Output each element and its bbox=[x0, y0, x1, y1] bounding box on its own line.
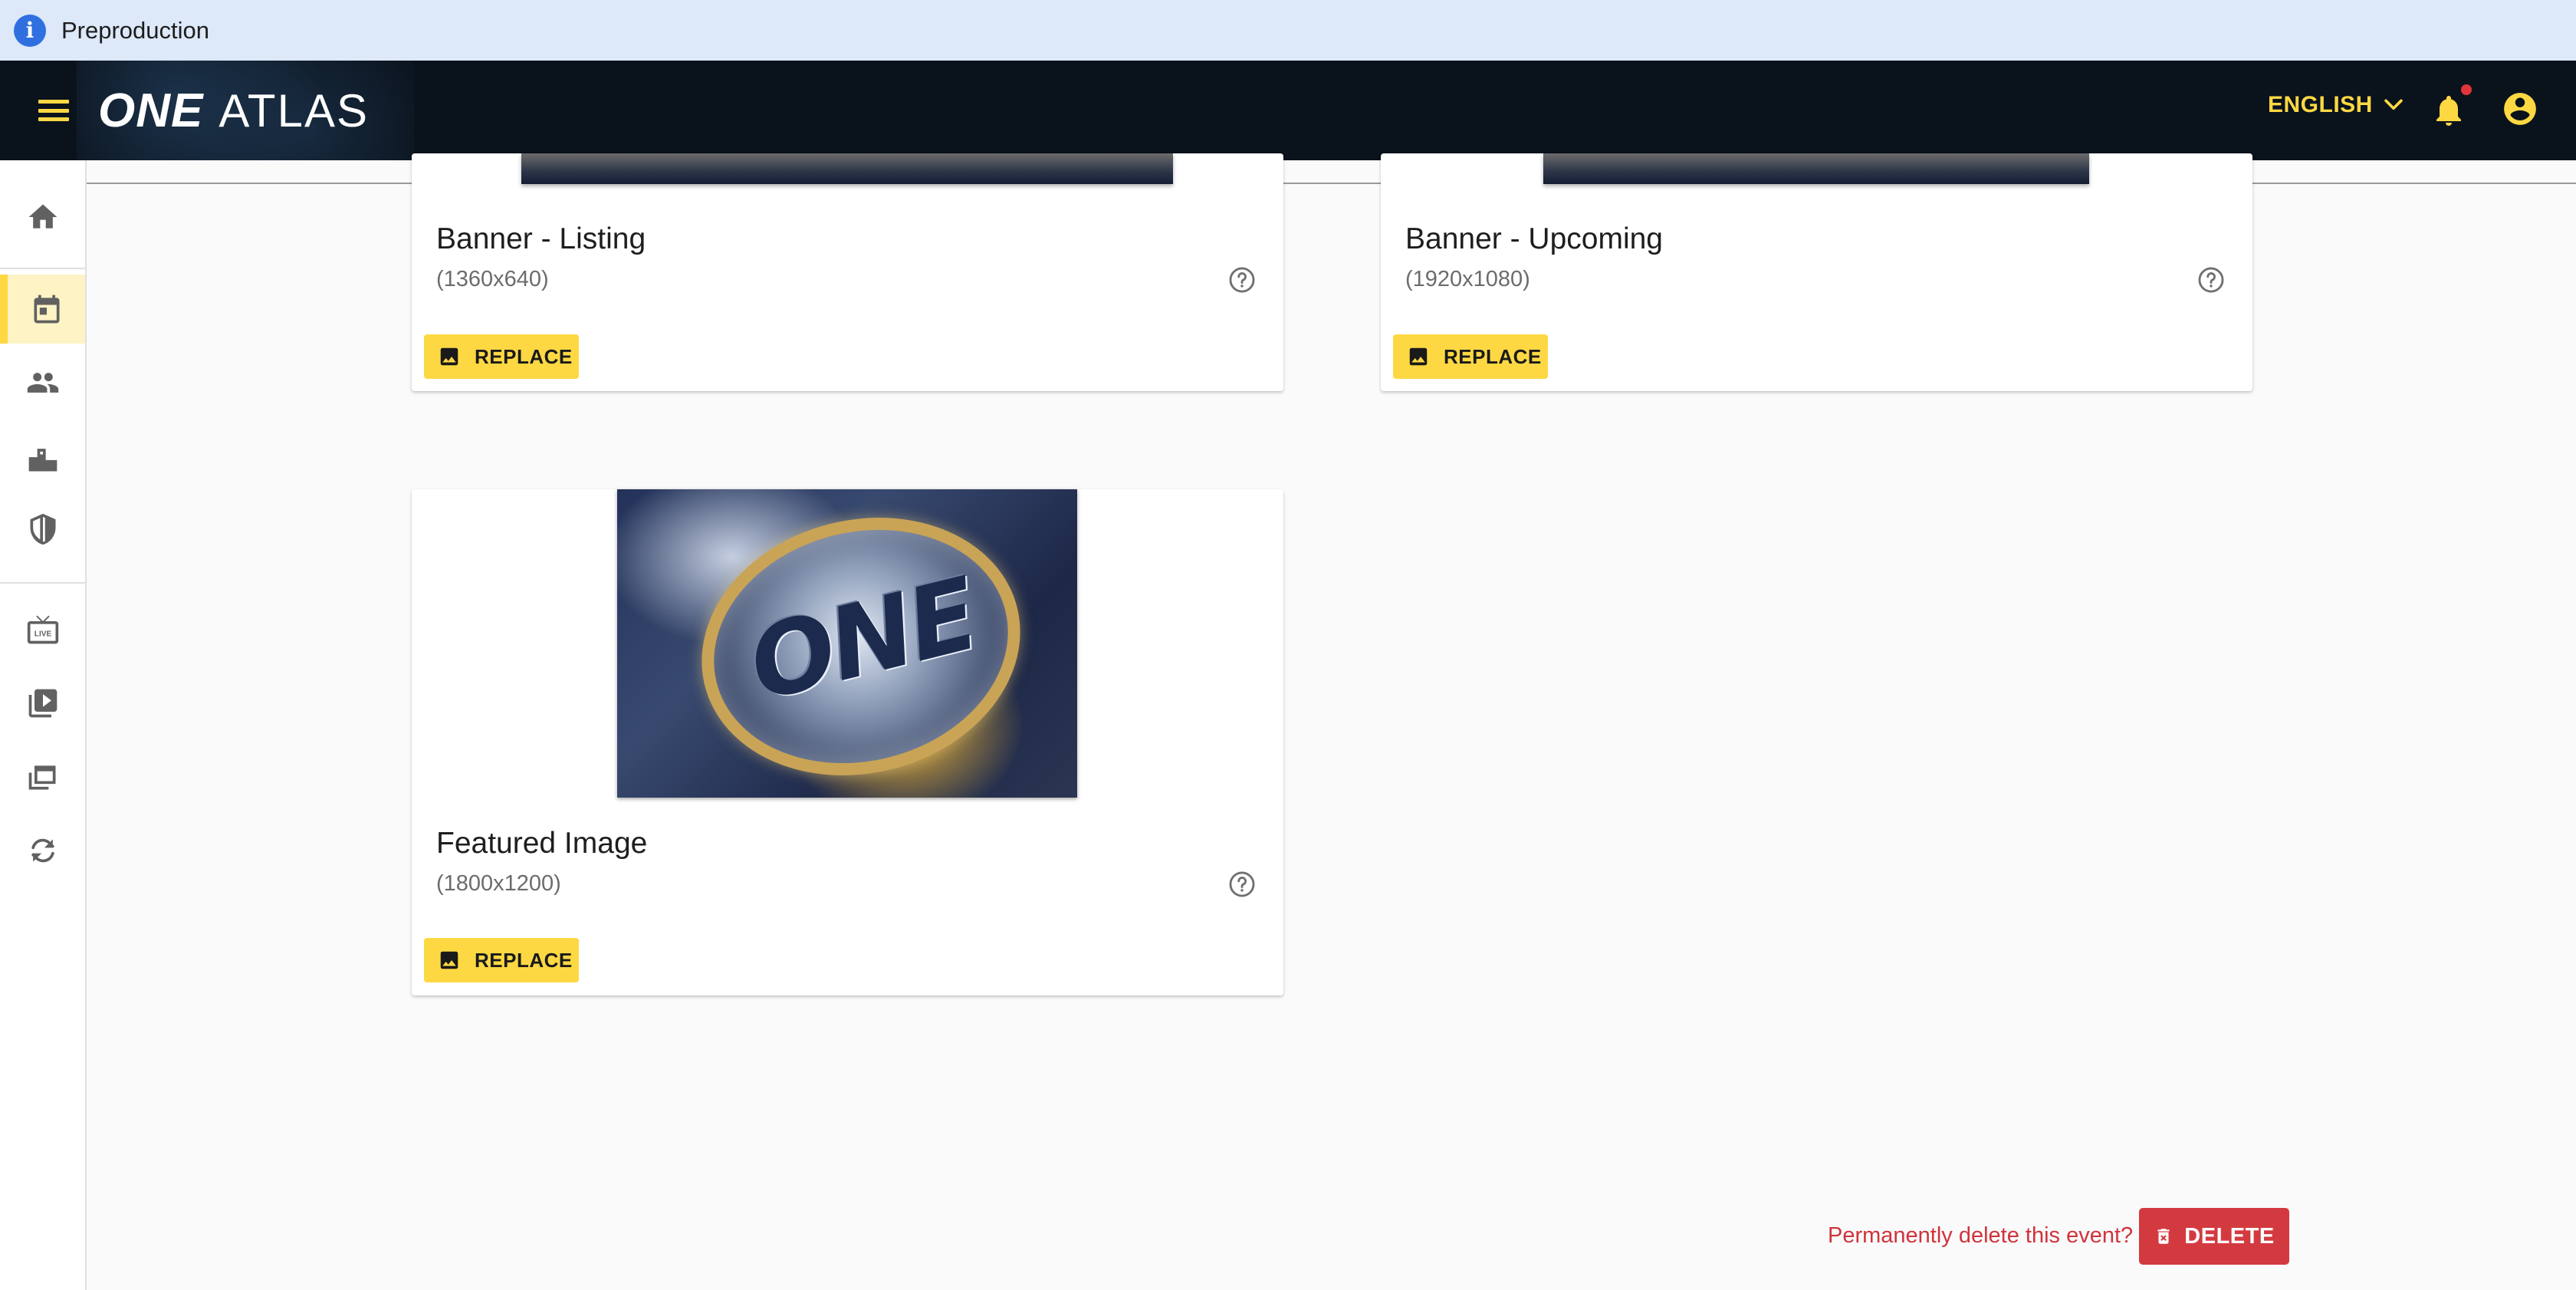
sync-icon bbox=[31, 838, 54, 863]
replace-button[interactable]: REPLACE bbox=[424, 938, 579, 982]
live-tv-icon: LIVE bbox=[27, 615, 58, 644]
menu-icon[interactable] bbox=[35, 93, 72, 128]
image-icon bbox=[440, 347, 458, 366]
top-app-bar: ONE ATLAS bbox=[0, 61, 2576, 160]
notification-dot bbox=[2461, 84, 2472, 95]
card-title: Banner - Upcoming bbox=[1405, 222, 1663, 255]
app-logo[interactable]: ONE ATLAS bbox=[98, 82, 369, 139]
sidebar-item-sync[interactable] bbox=[0, 816, 85, 885]
replace-label: REPLACE bbox=[475, 344, 573, 368]
trash-icon bbox=[2157, 1229, 2170, 1244]
sidebar-item-athletes[interactable] bbox=[0, 348, 85, 417]
card-size: (1360x640) bbox=[436, 267, 549, 291]
environment-banner: i Preproduction bbox=[0, 0, 2576, 61]
sidebar-item-teams[interactable] bbox=[0, 495, 85, 564]
info-icon: i bbox=[14, 14, 46, 47]
replace-label: REPLACE bbox=[1444, 344, 1542, 368]
sidebar-item-rankings[interactable] bbox=[0, 424, 85, 493]
logo-atlas-text: ATLAS bbox=[219, 84, 369, 137]
home-icon bbox=[28, 204, 57, 229]
replace-button[interactable]: REPLACE bbox=[424, 334, 579, 379]
image-card-featured-image: ONE Featured Image (1800x1200) REPLACE bbox=[412, 489, 1283, 995]
card-size: (1920x1080) bbox=[1405, 267, 1530, 291]
sidebar-item-home[interactable] bbox=[0, 183, 85, 252]
banner-upcoming-image bbox=[1543, 153, 2089, 184]
sidebar-item-live[interactable]: LIVE bbox=[0, 595, 85, 664]
calendar-icon bbox=[34, 295, 59, 324]
podium-icon bbox=[28, 449, 57, 472]
notifications-button[interactable] bbox=[2430, 84, 2472, 130]
chevron-down-icon bbox=[2384, 99, 2403, 110]
svg-text:LIVE: LIVE bbox=[34, 630, 51, 638]
image-library-icon bbox=[28, 765, 55, 790]
card-size: (1800x1200) bbox=[436, 871, 561, 896]
banner-listing-image bbox=[521, 153, 1173, 184]
delete-label: DELETE bbox=[2184, 1223, 2275, 1249]
image-card-banner-upcoming: Banner - Upcoming (1920x1080) REPLACE bbox=[1381, 153, 2252, 391]
card-title: Featured Image bbox=[436, 827, 648, 860]
delete-button[interactable]: DELETE bbox=[2139, 1208, 2289, 1265]
delete-prompt: Permanently delete this event? bbox=[1828, 1223, 2134, 1248]
featured-image-preview: ONE bbox=[617, 489, 1077, 798]
sidebar: LIVE bbox=[0, 160, 87, 1290]
environment-label: Preproduction bbox=[61, 16, 210, 44]
people-icon bbox=[27, 373, 58, 393]
replace-label: REPLACE bbox=[475, 948, 573, 972]
help-icon[interactable] bbox=[2196, 265, 2226, 295]
help-icon[interactable] bbox=[1227, 870, 1257, 899]
card-title: Banner - Listing bbox=[436, 222, 646, 255]
language-label: ENGLISH bbox=[2268, 92, 2373, 117]
account-button[interactable] bbox=[2501, 90, 2539, 128]
image-card-banner-listing: Banner - Listing (1360x640) REPLACE bbox=[412, 153, 1283, 391]
image-icon bbox=[1409, 347, 1428, 366]
video-library-icon bbox=[28, 689, 57, 718]
sidebar-item-events[interactable] bbox=[0, 275, 85, 344]
account-circle-icon bbox=[2504, 93, 2536, 125]
logo-one-text: ONE bbox=[98, 84, 204, 137]
bell-icon bbox=[2436, 96, 2461, 126]
help-icon[interactable] bbox=[1227, 265, 1257, 295]
sidebar-item-galleries[interactable] bbox=[0, 742, 85, 811]
shield-icon bbox=[30, 513, 55, 545]
sidebar-item-videos[interactable] bbox=[0, 669, 85, 738]
replace-button[interactable]: REPLACE bbox=[1393, 334, 1548, 379]
image-icon bbox=[440, 951, 458, 969]
language-selector[interactable]: ENGLISH bbox=[2268, 92, 2407, 118]
